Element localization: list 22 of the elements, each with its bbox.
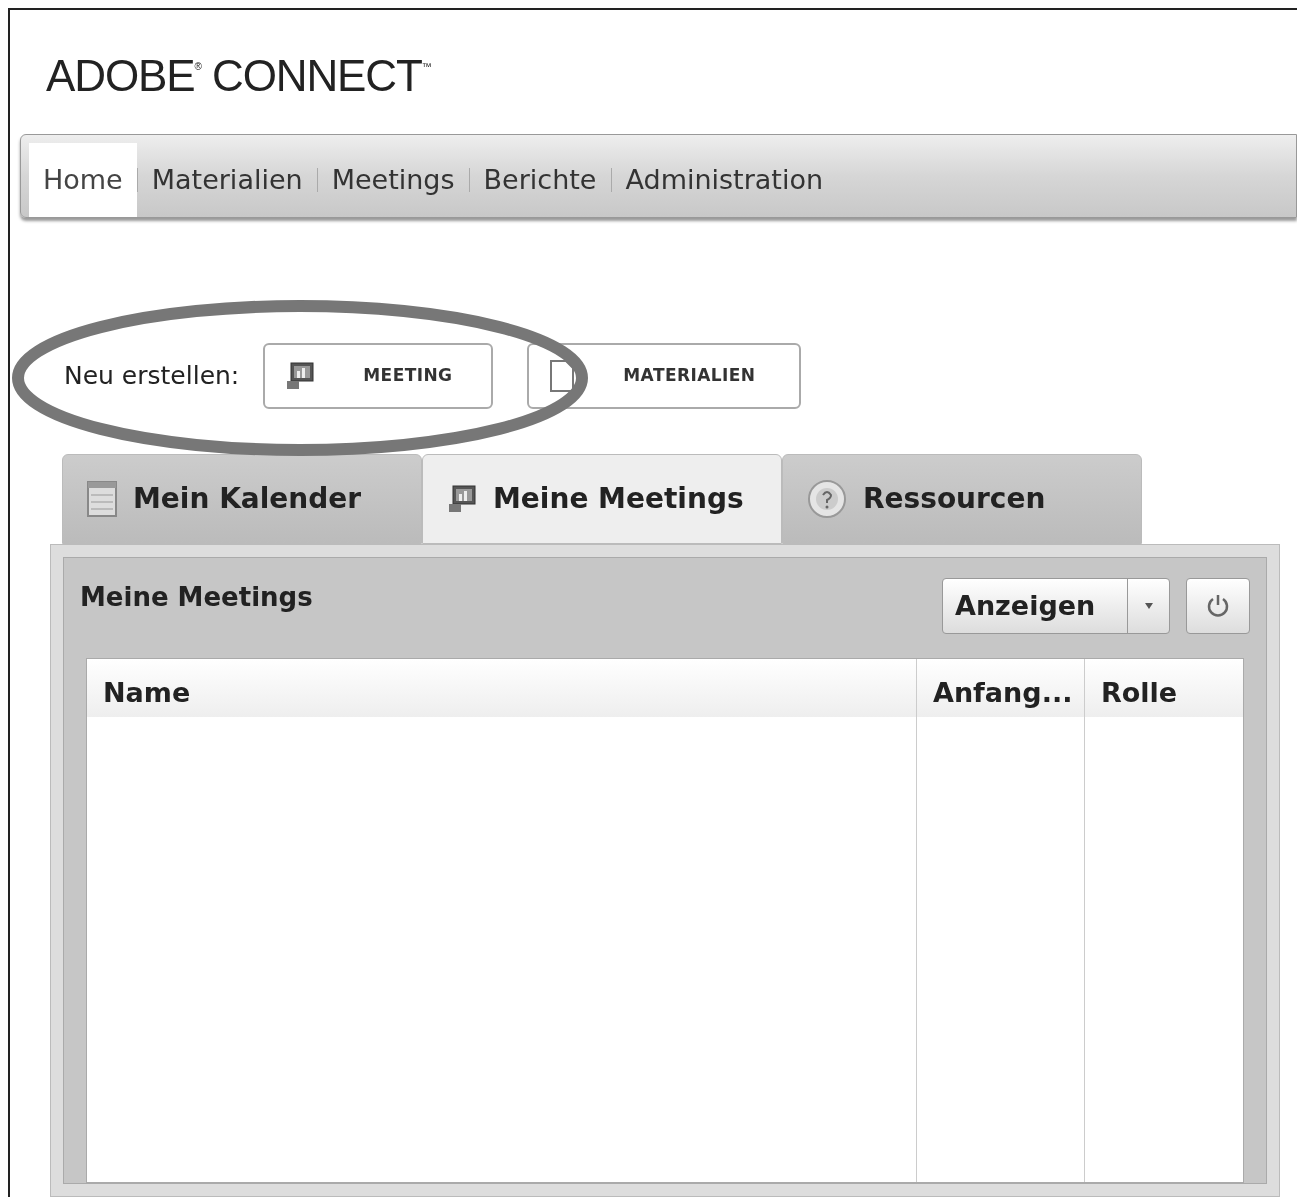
help-icon xyxy=(807,479,847,519)
nav-tab[interactable]: Administration xyxy=(611,143,838,217)
create-button[interactable]: MEETING xyxy=(263,343,494,409)
power-icon xyxy=(1206,593,1230,619)
view-dropdown[interactable]: Anzeigen xyxy=(942,578,1170,634)
nav-tab[interactable]: Materialien xyxy=(137,143,317,217)
nav-tab[interactable]: Berichte xyxy=(469,143,611,217)
refresh-button[interactable] xyxy=(1186,578,1250,634)
panel-tab[interactable]: Ressourcen xyxy=(782,454,1142,544)
panel-title: Meine Meetings xyxy=(80,581,313,614)
caret-icon xyxy=(1143,602,1154,610)
create-label: Neu erstellen: xyxy=(64,360,240,393)
nav-tab[interactable]: Home xyxy=(29,143,137,217)
meeting-icon xyxy=(285,361,316,391)
logo: ADOBE$^{®}$ CONNECT$^{™}$ xyxy=(46,50,431,102)
document-icon xyxy=(549,359,576,393)
create-button[interactable]: MATERIALIEN xyxy=(527,343,802,409)
calendar-icon xyxy=(87,481,117,517)
meeting-icon xyxy=(447,484,477,514)
nav-tab[interactable]: Meetings xyxy=(317,143,469,217)
panel-tab[interactable]: Meine Meetings xyxy=(422,454,782,544)
panel-tab[interactable]: Mein Kalender xyxy=(62,454,422,544)
